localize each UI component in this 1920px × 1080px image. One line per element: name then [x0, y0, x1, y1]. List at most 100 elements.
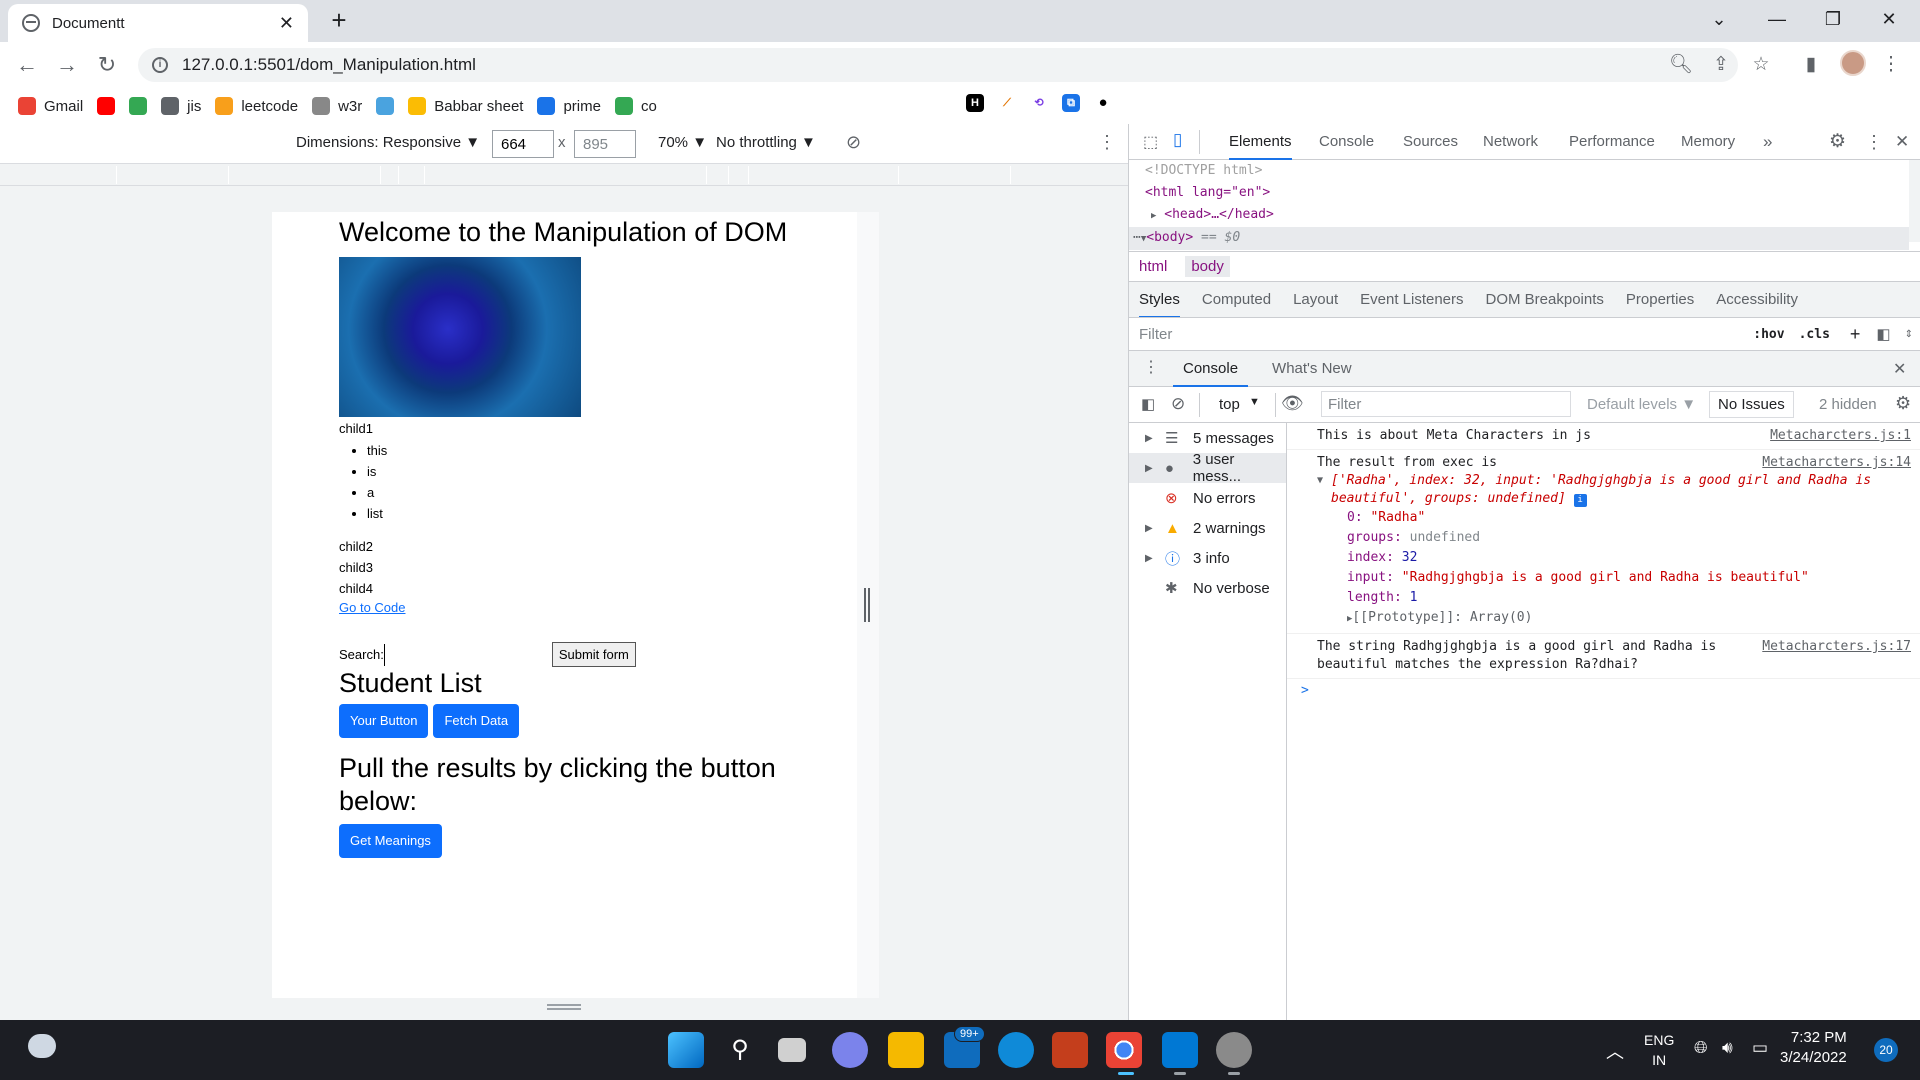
clock[interactable]: 7:32 PM 3/24/2022 — [1780, 1028, 1847, 1068]
url-text[interactable]: 127.0.0.1:5501/dom_Manipulation.html — [182, 55, 476, 75]
resize-grip-bottom[interactable] — [547, 1004, 581, 1010]
device-toggle-icon[interactable]: ▯ — [1173, 130, 1182, 150]
info-icon[interactable]: i — [152, 57, 168, 73]
message-source-link[interactable]: Metacharcters.js:1 — [1770, 427, 1911, 445]
sidebar-item-warnings[interactable]: ▶ ▲ 2 warnings — [1129, 513, 1286, 543]
bookmark-star-icon[interactable]: ☆ — [1746, 50, 1776, 80]
bookmark-icon[interactable]: ⧉ — [1062, 94, 1080, 112]
avatar[interactable] — [1840, 50, 1866, 76]
console-sidebar-icon[interactable]: ◧ — [1141, 395, 1155, 413]
live-expression-eye-icon[interactable]: 👁︎ — [1281, 393, 1304, 414]
close-drawer-icon[interactable]: ✕ — [1893, 359, 1906, 379]
tab-console[interactable]: Console — [1319, 124, 1374, 160]
volume-icon[interactable]: 🔊︎ — [1722, 1038, 1733, 1058]
width-input[interactable] — [492, 130, 554, 158]
breadcrumb-body[interactable]: body — [1185, 256, 1230, 277]
tab-event-listeners[interactable]: Event Listeners — [1360, 291, 1463, 308]
search-icon[interactable]: ⚲ — [722, 1032, 758, 1068]
vscode-icon[interactable] — [1162, 1032, 1198, 1068]
bookmark-icon[interactable]: ⟋ — [998, 94, 1016, 112]
default-levels-dropdown[interactable]: Default levels ▼ — [1587, 396, 1696, 413]
tab-accessibility[interactable]: Accessibility — [1716, 291, 1798, 308]
breadcrumb-html[interactable]: html — [1139, 258, 1167, 275]
settings-gear-icon[interactable]: ⚙ — [1829, 124, 1846, 160]
language-indicator[interactable]: ENG IN — [1644, 1030, 1674, 1070]
sidebar-item-messages[interactable]: ▶ ☰ 5 messages — [1129, 423, 1286, 453]
github-icon[interactable]: ● — [1094, 94, 1112, 112]
expand-arrow-icon[interactable]: ▶ — [1145, 553, 1155, 564]
bookmark-item[interactable]: co — [614, 97, 657, 115]
close-window-button[interactable]: ✕ — [1866, 0, 1912, 40]
bookmark-item[interactable]: jis — [161, 97, 201, 115]
chevron-up-icon[interactable]: ︿ — [1606, 1038, 1624, 1064]
hackerrank-icon[interactable]: H — [966, 94, 984, 112]
resize-grip-right[interactable] — [864, 588, 870, 622]
bookmark-icon[interactable]: ⟲ — [1030, 94, 1048, 112]
task-view-icon[interactable] — [778, 1038, 806, 1062]
file-explorer-icon[interactable] — [888, 1032, 924, 1068]
bookmark-item[interactable]: prime — [537, 97, 601, 115]
drawer-tab-whats-new[interactable]: What's New — [1272, 360, 1352, 377]
weather-icon[interactable] — [28, 1034, 56, 1058]
search-input[interactable] — [383, 643, 552, 666]
tab-layout[interactable]: Layout — [1293, 291, 1338, 308]
bookmark-item[interactable] — [376, 97, 395, 115]
settings-icon[interactable] — [1216, 1032, 1252, 1068]
tab-network[interactable]: Network — [1483, 124, 1538, 160]
issues-button[interactable]: No Issues — [1709, 391, 1794, 418]
your-button[interactable]: Your Button — [339, 704, 429, 738]
clear-console-icon[interactable]: ⊘ — [1171, 394, 1185, 414]
message-source-link[interactable]: Metacharcters.js:14 — [1762, 454, 1911, 472]
sidebar-toggle-icon[interactable]: ◧ — [1876, 325, 1890, 343]
zoom-dropdown[interactable]: 70% ▼ — [658, 134, 707, 151]
more-tabs-icon[interactable]: » — [1763, 124, 1772, 160]
start-icon[interactable] — [668, 1032, 704, 1068]
drawer-tab-console[interactable]: Console — [1173, 351, 1249, 387]
device-more-icon[interactable]: ⋮ — [1098, 132, 1116, 153]
chrome-icon[interactable] — [1106, 1032, 1142, 1068]
tab-properties[interactable]: Properties — [1626, 291, 1694, 308]
expand-arrow-icon[interactable]: ▶ — [1145, 433, 1155, 444]
sidebar-item-verbose[interactable]: ✱ No verbose — [1129, 573, 1286, 603]
media-query-ruler[interactable] — [0, 164, 1128, 186]
prototype-row[interactable]: ▶[[Prototype]]: Array(0) — [1347, 608, 1913, 629]
restore-button[interactable]: ❐ — [1810, 0, 1856, 40]
styles-filter-input[interactable]: Filter — [1139, 326, 1753, 343]
bookmark-item[interactable]: w3r — [312, 97, 362, 115]
tab-performance[interactable]: Performance — [1569, 124, 1655, 160]
sidebar-item-user-messages[interactable]: ▶ ● 3 user mess... — [1129, 451, 1286, 485]
drawer-menu-icon[interactable]: ⋮ — [1143, 357, 1159, 377]
context-dropdown-icon[interactable]: ▼ — [1249, 396, 1260, 408]
height-input[interactable] — [574, 130, 636, 158]
sidebar-item-errors[interactable]: ⊗ No errors — [1129, 483, 1286, 513]
scroll-arrows-icon[interactable]: ⇕ — [1905, 329, 1913, 340]
tab-elements[interactable]: Elements — [1229, 124, 1292, 160]
expand-arrow-icon[interactable]: ▶ — [1145, 523, 1155, 534]
sidebar-item-info[interactable]: ▶ ⓘ 3 info — [1129, 543, 1286, 573]
notification-badge[interactable]: 20 — [1874, 1038, 1898, 1062]
bookmark-item[interactable] — [129, 97, 148, 115]
dom-body-node[interactable]: ⋯▼<body> == $0 — [1129, 227, 1909, 250]
submit-form-button[interactable]: Submit form — [551, 642, 636, 667]
bookmark-item[interactable]: Gmail — [18, 97, 83, 115]
bookmark-item[interactable]: leetcode — [215, 97, 298, 115]
zoom-icon[interactable]: 🔍︎ — [1666, 50, 1696, 80]
new-tab-button[interactable]: + — [324, 6, 354, 36]
back-icon[interactable]: ← — [12, 50, 42, 80]
message-source-link[interactable]: Metacharcters.js:17 — [1762, 638, 1911, 656]
expand-arrow-icon[interactable]: ▶ — [1145, 463, 1155, 474]
address-bar[interactable]: i 127.0.0.1:5501/dom_Manipulation.html — [138, 48, 1738, 82]
tab-sources[interactable]: Sources — [1403, 124, 1458, 160]
console-settings-icon[interactable]: ⚙ — [1895, 393, 1911, 414]
add-rule-icon[interactable]: + — [1850, 324, 1861, 345]
collapse-arrow-icon[interactable]: ▼ — [1317, 472, 1323, 490]
share-icon[interactable]: ⇪ — [1706, 50, 1736, 80]
dom-html-node[interactable]: <html lang="en"> — [1129, 182, 1909, 204]
expand-arrow-icon[interactable]: ▶ — [1151, 211, 1156, 221]
get-meanings-button[interactable]: Get Meanings — [339, 824, 442, 858]
info-badge-icon[interactable]: i — [1573, 494, 1587, 507]
network-icon[interactable]: 🌐︎ — [1694, 1038, 1708, 1058]
inspect-icon[interactable]: ⬚ — [1143, 132, 1158, 152]
edge-icon[interactable] — [998, 1032, 1034, 1068]
console-filter-input[interactable]: Filter — [1321, 391, 1571, 417]
